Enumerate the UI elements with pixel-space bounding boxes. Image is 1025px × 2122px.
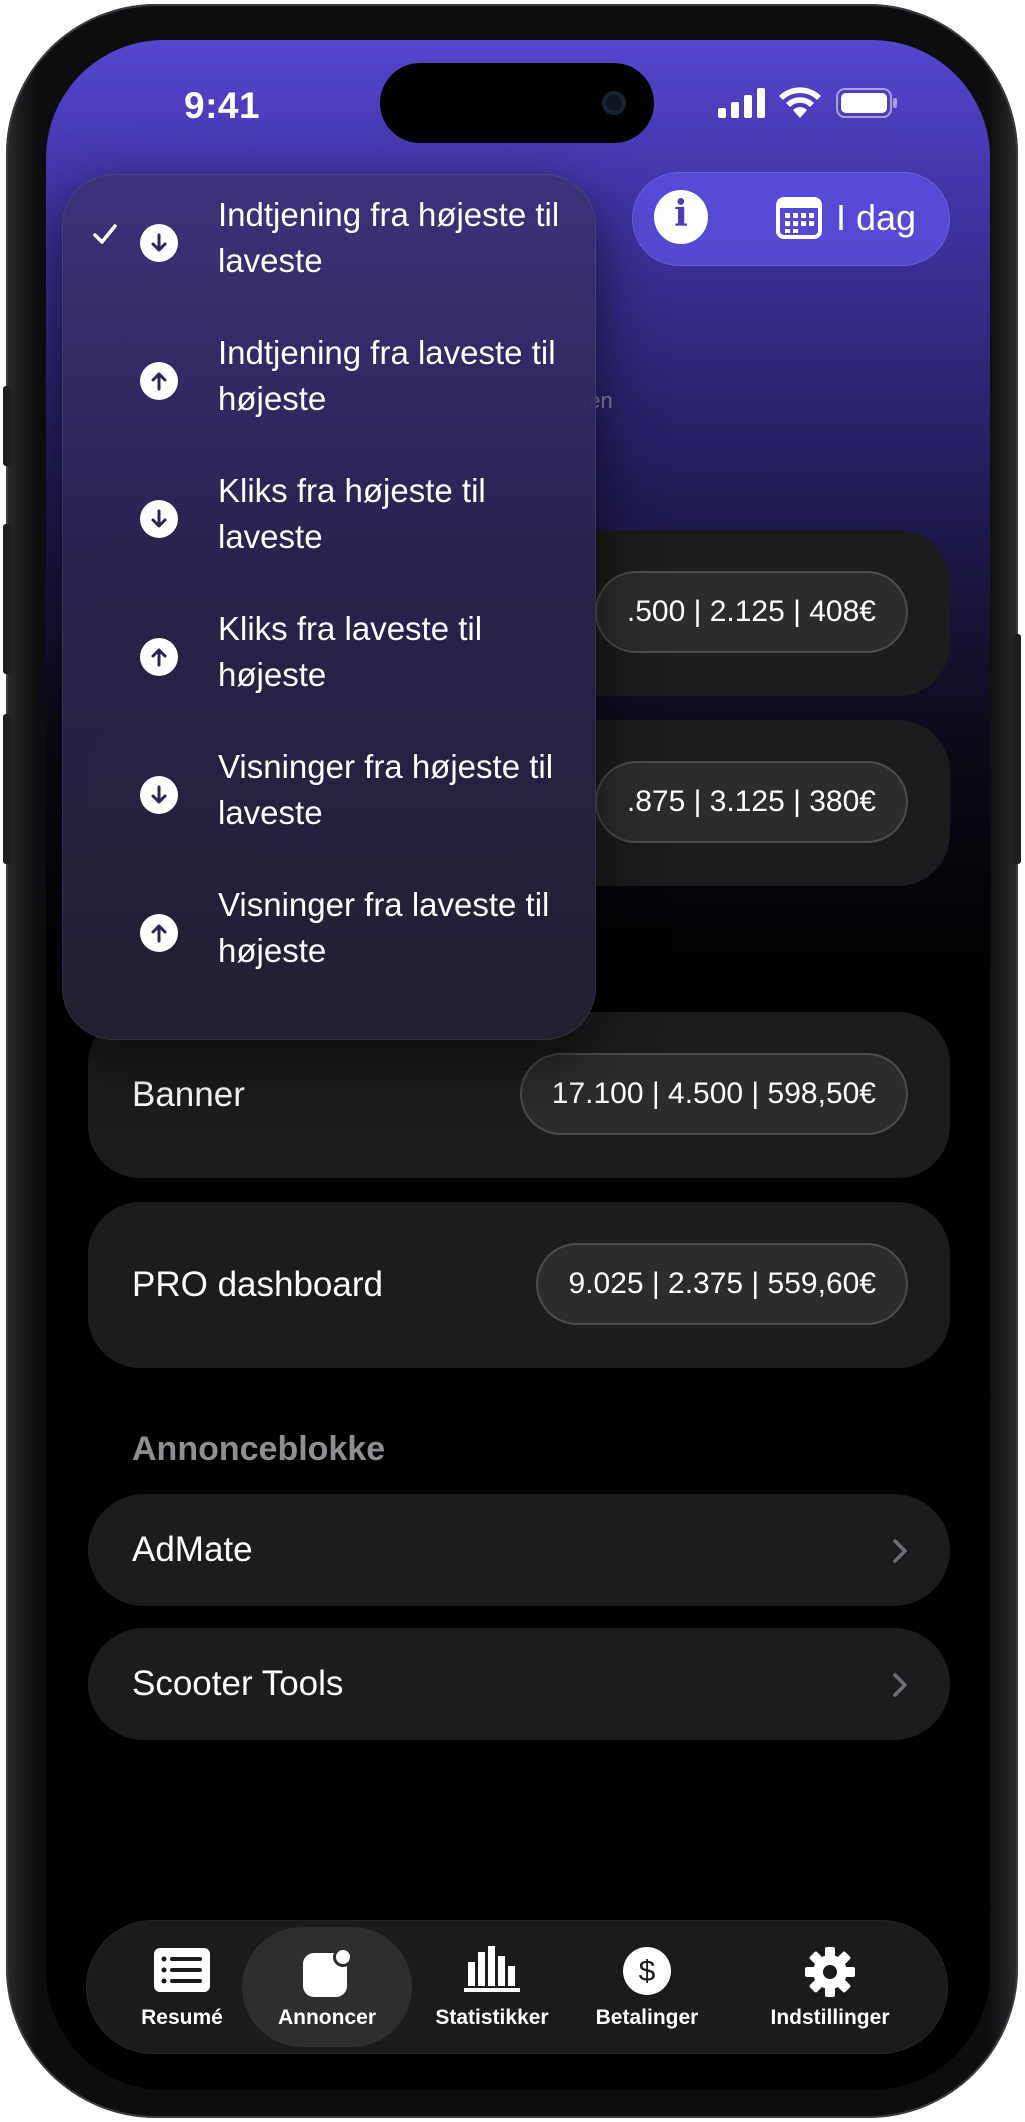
tab-label: Annoncer <box>277 2006 376 2029</box>
chevron-right-icon <box>893 1673 907 1697</box>
arrow-down-icon <box>140 224 178 262</box>
tab-resume[interactable]: Resumé <box>116 1920 248 2054</box>
sort-option-views-desc[interactable]: Visninger fra højeste til laveste <box>62 726 596 864</box>
ad-card-pro-dashboard[interactable]: PRO dashboard 9.025 | 2.375 | 559,60€ <box>88 1202 950 1368</box>
cellular-signal-icon <box>718 88 765 118</box>
power-button <box>1013 634 1021 864</box>
checkmark-icon <box>93 224 117 244</box>
ad-block-scooter-tools[interactable]: Scooter Tools <box>88 1628 950 1740</box>
arrow-down-icon <box>140 776 178 814</box>
sort-option-clicks-desc[interactable]: Kliks fra højeste til laveste <box>62 450 596 588</box>
tab-label: Statistikker <box>435 2006 549 2029</box>
dynamic-island <box>380 63 654 143</box>
arrow-down-icon <box>140 500 178 538</box>
battery-icon <box>836 88 897 118</box>
bar-chart-icon <box>464 1946 520 1992</box>
dollar-icon: $ <box>623 1947 671 1995</box>
tab-statistikker[interactable]: Statistikker <box>422 1920 562 2054</box>
sort-option-label: Indtjening fra højeste til laveste <box>218 196 560 279</box>
ad-card-stats: 9.025 | 2.375 | 559,60€ <box>536 1243 908 1325</box>
ad-card-label: PRO dashboard <box>132 1265 383 1304</box>
ad-card-stats: 17.100 | 4.500 | 598,50€ <box>519 1053 908 1135</box>
ad-card-stats: .500 | 2.125 | 408€ <box>594 571 908 653</box>
sort-option-label: Visninger fra laveste til højeste <box>218 886 550 969</box>
sort-option-label: Kliks fra højeste til laveste <box>218 472 486 555</box>
wifi-icon <box>779 87 821 118</box>
ad-blocks-title: Annonceblokke <box>132 1430 386 1468</box>
tab-label: Resumé <box>141 2006 223 2029</box>
date-filter-button[interactable]: I dag <box>776 188 916 248</box>
chevron-right-icon <box>893 1539 907 1563</box>
action-button <box>3 386 11 466</box>
sort-option-clicks-asc[interactable]: Kliks fra laveste til højeste <box>62 588 596 726</box>
ad-block-label: Scooter Tools <box>132 1664 344 1703</box>
volume-up-button <box>3 524 11 674</box>
info-button[interactable]: i <box>654 190 708 244</box>
sort-option-label: Indtjening fra laveste til højeste <box>218 334 556 417</box>
status-time: 9:41 <box>184 85 261 126</box>
tab-label: Indstillinger <box>770 2006 890 2029</box>
ad-card-stats: .875 | 3.125 | 380€ <box>594 761 908 843</box>
arrow-up-icon <box>140 362 178 400</box>
sort-dropdown-menu: Indtjening fra højeste til laveste Indtj… <box>62 174 596 1040</box>
tab-label: Betalinger <box>595 2006 699 2029</box>
calendar-icon <box>776 197 822 239</box>
arrow-up-icon <box>140 914 178 952</box>
tab-indstillinger[interactable]: Indstillinger <box>742 1920 918 2054</box>
gear-icon <box>805 1947 855 1997</box>
sort-option-earnings-asc[interactable]: Indtjening fra laveste til højeste <box>62 312 596 450</box>
phone-frame: 9:41 i I dag .500 | 2.125 | 408€ .875 | … <box>3 4 1021 2118</box>
status-bar: 9:41 <box>46 40 990 170</box>
sort-option-label: Visninger fra højeste til laveste <box>218 748 554 831</box>
ad-block-admate[interactable]: AdMate <box>88 1494 950 1606</box>
camera-icon <box>602 91 626 115</box>
date-filter-label: I dag <box>836 197 917 238</box>
tab-betalinger[interactable]: $ Betalinger <box>582 1920 712 2054</box>
ad-block-label: AdMate <box>132 1530 253 1569</box>
tab-annoncer[interactable]: Annoncer <box>242 1927 412 2047</box>
screen: 9:41 i I dag .500 | 2.125 | 408€ .875 | … <box>46 40 990 2090</box>
tab-bar: Resumé Annoncer Statistikker $ Betalinge… <box>86 1920 948 2054</box>
sort-option-label: Kliks fra laveste til højeste <box>218 610 483 693</box>
volume-down-button <box>3 714 11 864</box>
svg-text:$: $ <box>639 1955 656 1988</box>
sort-option-earnings-desc[interactable]: Indtjening fra højeste til laveste <box>62 174 596 312</box>
list-icon <box>154 1948 210 1992</box>
arrow-up-icon <box>140 638 178 676</box>
sort-option-views-asc[interactable]: Visninger fra laveste til højeste <box>62 864 596 1002</box>
app-badge-icon <box>303 1947 353 1997</box>
info-icon: i <box>674 193 688 235</box>
